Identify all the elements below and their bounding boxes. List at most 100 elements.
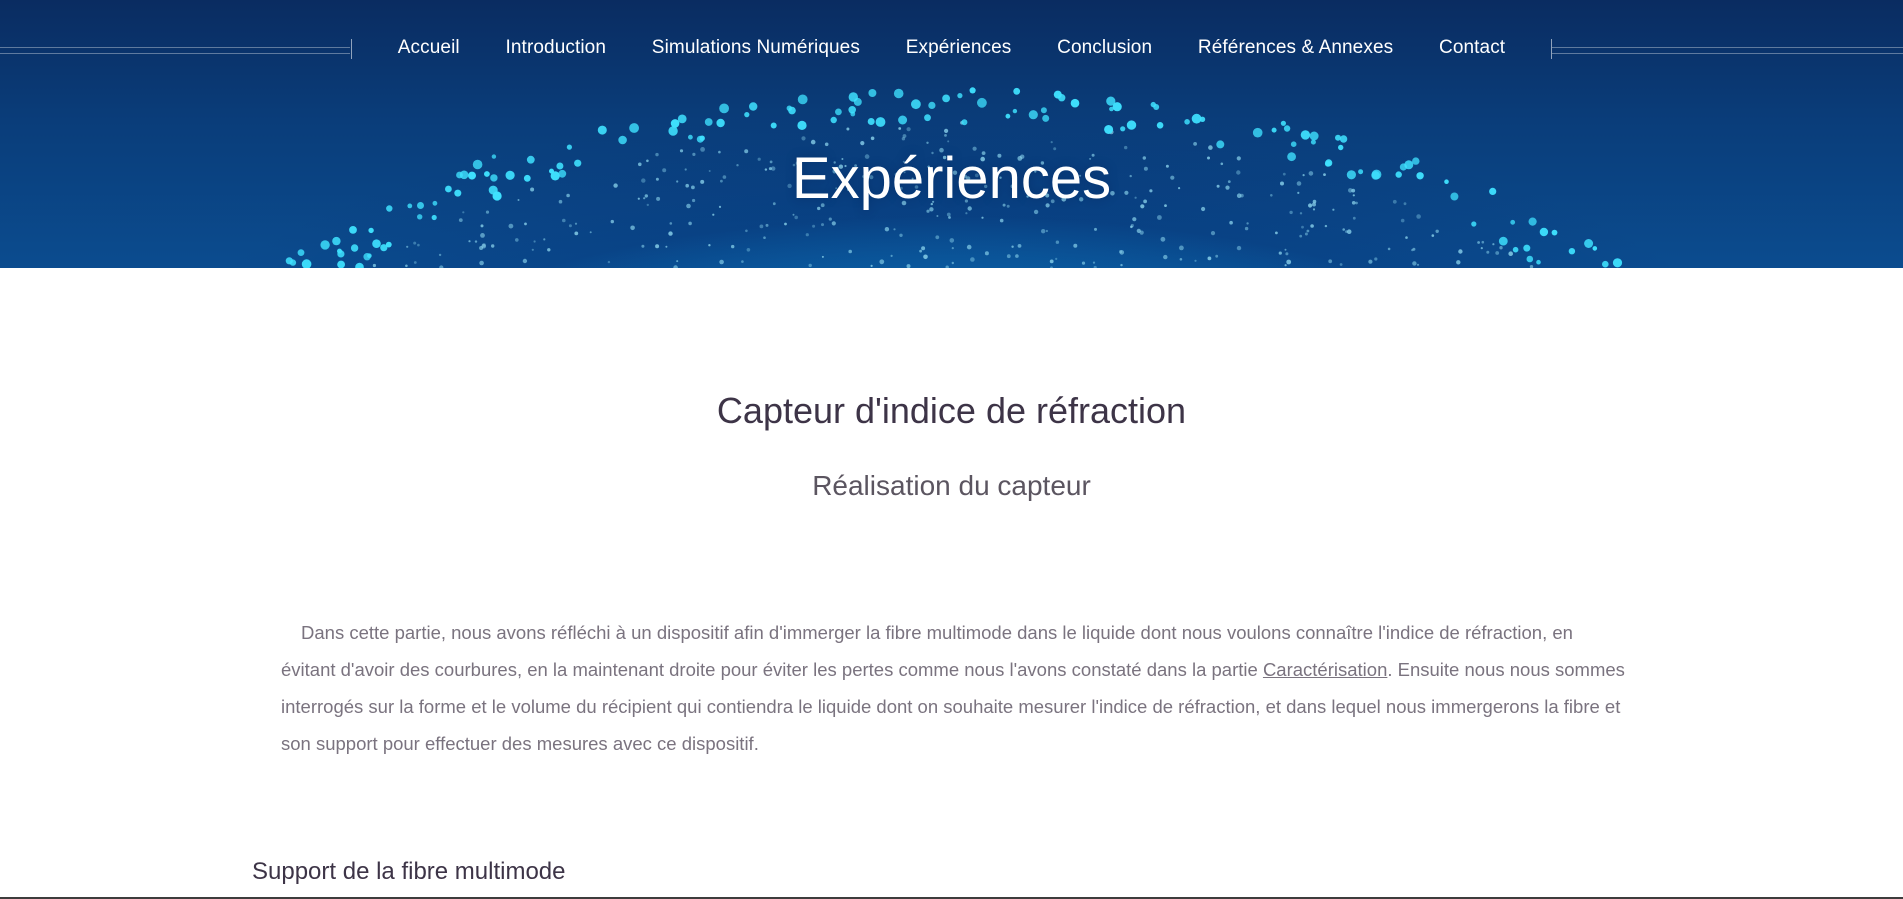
hero-banner: Accueil Introduction Simulations Numériq… — [0, 0, 1903, 268]
fiber-light-dot — [835, 108, 842, 116]
fiber-light-dot — [468, 240, 471, 243]
fiber-light-dot — [719, 259, 724, 265]
fiber-light-dot — [491, 244, 495, 248]
fiber-light-dot — [1050, 141, 1053, 144]
fiber-light-dot — [1093, 265, 1097, 268]
fiber-light-dot — [297, 249, 305, 256]
fiber-light-dot — [320, 240, 330, 250]
fiber-light-dot — [821, 223, 824, 227]
fiber-light-dot — [1119, 250, 1123, 254]
fiber-light-dot — [301, 259, 312, 268]
fiber-light-dot — [948, 216, 951, 219]
fiber-light-dot — [355, 262, 364, 268]
nav-link-contact[interactable]: Contact — [1439, 37, 1505, 59]
fiber-light-dot — [1070, 98, 1080, 108]
fiber-light-dot — [673, 265, 678, 268]
fiber-light-dot — [704, 118, 713, 126]
fiber-light-dot — [1310, 224, 1314, 228]
fiber-light-dot — [942, 94, 950, 103]
fiber-light-dot — [1132, 217, 1137, 222]
fiber-light-dot — [794, 215, 798, 220]
fiber-light-dot — [1400, 218, 1405, 223]
fiber-light-dot — [543, 238, 546, 241]
fiber-light-dot — [1120, 126, 1126, 132]
fiber-light-dot — [850, 111, 856, 117]
section-subtitle: Réalisation du capteur — [812, 470, 1091, 501]
fiber-light-dot — [1284, 248, 1287, 251]
fiber-light-dot — [1011, 245, 1014, 248]
fiber-light-dot — [911, 99, 921, 110]
fiber-light-dot — [741, 260, 744, 263]
fiber-light-dot — [480, 233, 485, 238]
fiber-light-dot — [363, 253, 371, 261]
fiber-light-dot — [1106, 96, 1116, 106]
fiber-light-dot — [1271, 127, 1277, 133]
fiber-light-dot — [759, 224, 764, 229]
fiber-light-dot — [1285, 252, 1289, 256]
fiber-light-dot — [515, 238, 519, 242]
fiber-light-dot — [1120, 263, 1123, 267]
fiber-light-dot — [568, 224, 572, 228]
fiber-light-dot — [1529, 265, 1534, 268]
fiber-light-dot — [668, 126, 678, 136]
fiber-light-dot — [868, 89, 877, 97]
fiber-light-dot — [731, 244, 735, 249]
section-title: Capteur d'indice de réfraction — [716, 390, 1187, 431]
fiber-light-dot — [1299, 234, 1303, 238]
fiber-light-dot — [969, 87, 976, 94]
fiber-light-dot — [531, 248, 534, 251]
fiber-light-dot — [981, 216, 984, 219]
fiber-light-dot — [1480, 247, 1483, 250]
fiber-light-dot — [1126, 120, 1137, 130]
fiber-light-dot — [688, 221, 692, 226]
fiber-light-dot — [879, 259, 885, 265]
fiber-light-dot — [921, 246, 926, 251]
fiber-light-dot — [1050, 266, 1053, 268]
nav-link-accueil[interactable]: Accueil — [398, 37, 460, 59]
fiber-light-dot — [1160, 236, 1166, 242]
fiber-light-dot — [867, 118, 875, 125]
fiber-light-dot — [1015, 254, 1019, 258]
fiber-light-dot — [1523, 244, 1531, 252]
fiber-light-dot — [1536, 259, 1541, 265]
fiber-light-dot — [589, 231, 592, 234]
fiber-light-dot — [1481, 240, 1485, 244]
nav-link-introduction[interactable]: Introduction — [506, 37, 607, 59]
fiber-light-dot — [1040, 107, 1047, 114]
fiber-light-dot — [1156, 122, 1164, 129]
nav-link-conclusion[interactable]: Conclusion — [1057, 37, 1152, 59]
fiber-light-dot — [1246, 222, 1249, 225]
fiber-light-dot — [999, 218, 1004, 223]
fiber-light-dot — [765, 223, 769, 227]
fiber-light-dot — [951, 247, 954, 250]
fiber-light-dot — [474, 240, 478, 243]
fiber-light-dot — [1304, 232, 1308, 236]
fiber-light-dot — [830, 116, 837, 124]
fiber-light-dot — [1163, 254, 1168, 260]
fiber-light-dot — [898, 115, 908, 125]
caracterisation-link[interactable]: Caractérisation — [1263, 659, 1387, 680]
fiber-light-dot — [936, 215, 939, 217]
fiber-light-dot — [524, 222, 527, 226]
fiber-light-dot — [655, 244, 660, 249]
fiber-light-dot — [522, 258, 528, 264]
fiber-light-dot — [1045, 229, 1048, 233]
fiber-light-dot — [965, 212, 968, 215]
nav-link-simulations[interactable]: Simulations Numériques — [652, 37, 860, 59]
main-nav: Accueil Introduction Simulations Numériq… — [0, 28, 1903, 68]
fiber-light-dot — [1412, 247, 1416, 251]
nav-link-references[interactable]: Références & Annexes — [1198, 37, 1393, 59]
nav-link-experiences[interactable]: Expériences — [906, 37, 1012, 59]
fiber-light-dot — [801, 136, 806, 141]
fiber-light-dot — [372, 239, 381, 248]
fiber-light-dot — [1499, 246, 1503, 250]
fiber-light-dot — [1528, 217, 1537, 226]
fiber-light-dot — [337, 250, 345, 258]
fiber-light-dot — [853, 97, 862, 106]
fiber-light-dot — [870, 136, 875, 141]
fiber-light-dot — [1275, 231, 1278, 235]
fiber-light-dot — [1339, 263, 1343, 266]
fiber-light-dot — [1306, 229, 1310, 233]
fiber-light-dot — [1568, 248, 1576, 255]
fiber-light-dot — [1244, 226, 1249, 231]
